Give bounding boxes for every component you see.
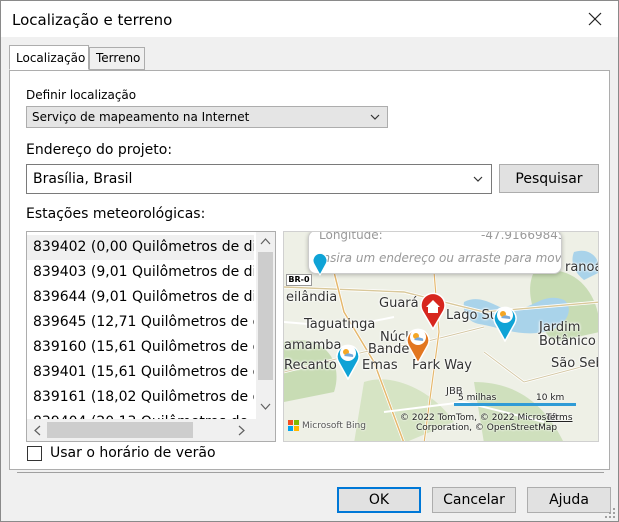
list-horizontal-scrollbar[interactable] <box>27 419 275 441</box>
map-scale-km: 10 km <box>536 393 565 403</box>
popup-hint: Insira um endereço ou arraste para mover <box>319 251 562 265</box>
help-button-label: Ajuda <box>549 492 589 508</box>
resize-grip-icon[interactable] <box>604 507 616 519</box>
weather-stations-list[interactable]: 839402 (0,00 Quilômetros de distância) 8… <box>26 231 276 442</box>
vertical-scroll-thumb[interactable] <box>258 252 273 380</box>
project-address-value: Brasília, Brasil <box>33 171 133 187</box>
weather-station-pin-icon[interactable] <box>404 324 432 364</box>
map-place-sao-sebastiao: São Seb <box>551 356 599 371</box>
map-place-recanto: Recanto <box>284 358 337 373</box>
map-place-samambaia: amamba <box>284 338 342 353</box>
popup-longitude-value: -47.91669845 <box>481 231 562 242</box>
road-shield: BR-0 <box>286 274 312 286</box>
ok-button-label: OK <box>368 492 390 508</box>
road-shield-label: BR-0 <box>288 275 310 284</box>
help-button[interactable]: Ajuda <box>527 487 611 513</box>
weather-station-pin-icon[interactable] <box>312 252 328 276</box>
map-copyright-line2: Corporation, © OpenStreetMap <box>416 423 558 433</box>
scroll-right-icon[interactable] <box>238 425 246 436</box>
location-map[interactable]: Longitude: -47.91669845 Insira um endere… <box>283 231 599 442</box>
bing-brand-label: Microsoft Bing <box>302 420 366 431</box>
location-terrain-dialog: Localização e terreno Localização Terren… <box>0 0 619 522</box>
list-item[interactable]: 839645 (12,71 Quilômetros de distância) <box>27 310 254 335</box>
daylight-saving-label: Usar o horário de verão <box>50 445 216 461</box>
map-scale-bar <box>454 403 576 406</box>
project-address-label: Endereço do projeto: <box>26 142 173 158</box>
list-item[interactable]: 839644 (9,01 Quilômetros de distância) <box>27 285 254 310</box>
horizontal-scroll-thumb[interactable] <box>47 422 193 438</box>
list-vertical-scrollbar[interactable] <box>256 232 275 420</box>
microsoft-logo-icon <box>288 420 299 431</box>
map-place-jardim-botanico: Jardim <box>539 320 581 335</box>
location-tab-panel: Definir localização Serviço de mapeament… <box>9 70 610 470</box>
tab-localizacao[interactable]: Localização <box>9 45 89 70</box>
popup-longitude-label: Longitude: <box>319 231 383 242</box>
dialog-title: Localização e terreno <box>12 11 173 29</box>
chevron-down-icon <box>473 176 483 182</box>
cancel-button-label: Cancelar <box>443 492 505 508</box>
weather-stations-label: Estações meteorológicas: <box>26 206 206 222</box>
scroll-left-icon[interactable] <box>33 425 41 436</box>
daylight-saving-checkbox[interactable] <box>27 446 42 461</box>
map-place-emas: Emas <box>362 358 398 373</box>
close-button[interactable] <box>572 1 618 37</box>
list-item[interactable]: 839161 (18,02 Quilômetros de distância) <box>27 385 254 410</box>
cancel-button[interactable]: Cancelar <box>432 487 516 513</box>
ok-button[interactable]: OK <box>337 487 421 513</box>
map-copyright-line1: © 2022 TomTom, © 2022 Microsoft <box>400 413 559 423</box>
map-place-guara: Guará <box>379 296 419 311</box>
title-bar: Localização e terreno <box>1 1 618 37</box>
map-scale-miles: 5 milhas <box>458 393 497 403</box>
list-item[interactable]: 839401 (15,61 Quilômetros de distância) <box>27 360 254 385</box>
map-terms-link[interactable]: Terms <box>546 413 573 423</box>
tab-label: Terreno <box>96 51 141 65</box>
list-item[interactable]: 839402 (0,00 Quilômetros de distância) <box>27 235 254 260</box>
tab-label: Localização <box>16 51 86 65</box>
location-mode-value: Serviço de mapeamento na Internet <box>32 110 250 124</box>
map-place-ceilandia: eilândia <box>286 290 338 305</box>
map-place-taguatinga: Taguatinga <box>304 317 376 332</box>
chevron-down-icon <box>370 114 380 120</box>
weather-station-pin-icon[interactable] <box>334 340 362 380</box>
project-address-input[interactable]: Brasília, Brasil <box>26 164 492 194</box>
list-item[interactable]: 839160 (15,61 Quilômetros de distância) <box>27 335 254 360</box>
map-place-paranoa: ranoá <box>565 260 599 275</box>
define-location-label: Definir localização <box>26 88 137 102</box>
tab-terreno[interactable]: Terreno <box>89 47 145 70</box>
search-button-label: Pesquisar <box>515 170 583 187</box>
map-place-jardim-botanico: Botânico <box>539 334 596 349</box>
scroll-up-icon[interactable] <box>260 237 271 245</box>
close-icon <box>588 12 602 26</box>
location-popup: Longitude: -47.91669845 Insira um endere… <box>308 231 562 274</box>
bing-logo: Microsoft Bing <box>288 420 366 431</box>
scroll-down-icon[interactable] <box>260 403 271 411</box>
search-button[interactable]: Pesquisar <box>499 164 599 193</box>
location-mode-select[interactable]: Serviço de mapeamento na Internet <box>26 106 388 128</box>
divider <box>17 472 604 473</box>
weather-station-pin-icon[interactable] <box>491 302 519 342</box>
list-item[interactable]: 839403 (9,01 Quilômetros de distância) <box>27 260 254 285</box>
